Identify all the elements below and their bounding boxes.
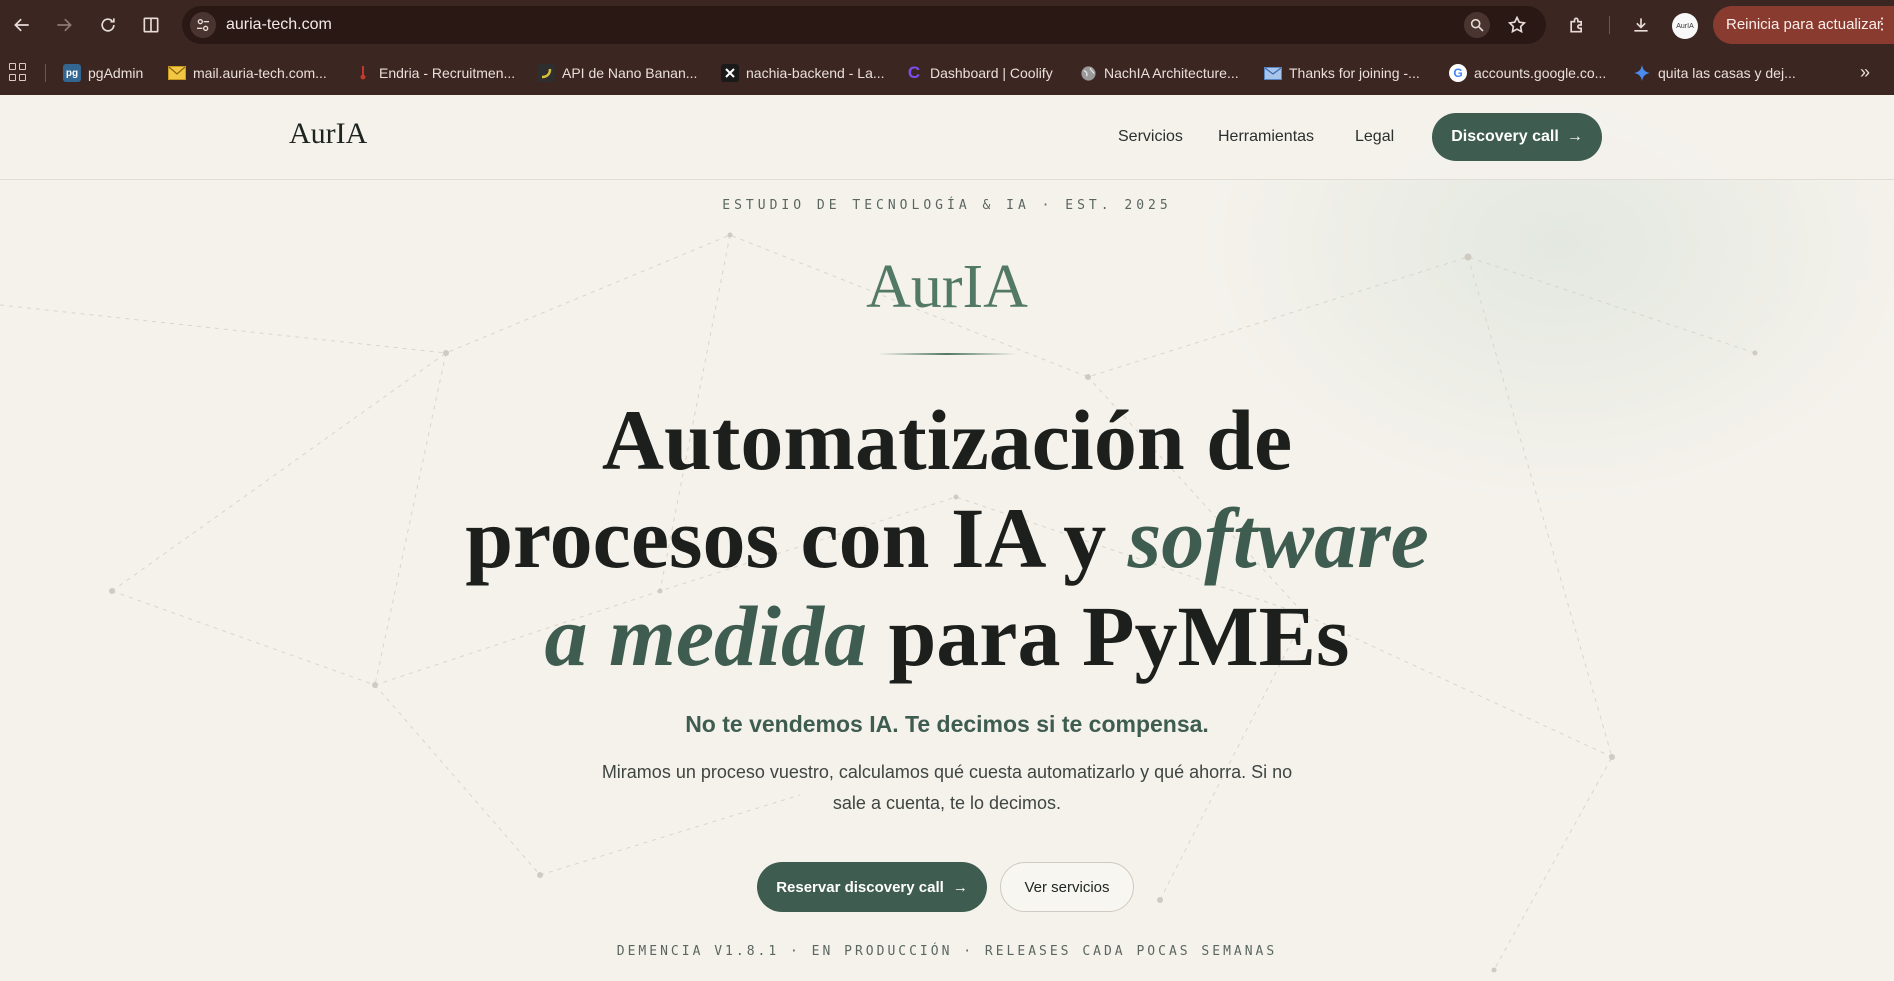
forward-button[interactable] <box>51 12 77 38</box>
headline-line-1: Automatización de <box>601 392 1293 488</box>
reload-icon <box>101 18 115 32</box>
profile-avatar[interactable]: AurIA <box>1672 13 1698 39</box>
arrow-right-icon <box>57 18 72 32</box>
headline-highlight-a-medida: a medida <box>544 588 867 684</box>
bookmark-label: API de Nano Banan... <box>562 65 698 81</box>
bookmark-mail[interactable]: mail.auria-tech.com... <box>168 62 327 84</box>
headline-line-2: procesos con IA y <box>465 490 1128 586</box>
reserve-discovery-call-button[interactable]: Reservar discovery call → <box>757 862 987 912</box>
bookmark-pgadmin[interactable]: pg pgAdmin <box>63 62 143 84</box>
envelope-icon <box>168 64 186 82</box>
headline-line-3: para PyMEs <box>866 588 1350 684</box>
update-button[interactable]: Reinicia para actualizar ⋮ <box>1713 6 1894 44</box>
reload-button[interactable] <box>95 12 121 38</box>
hero-eyebrow: ESTUDIO DE TECNOLOGÍA & IA · EST. 2025 <box>722 198 1172 213</box>
pin-icon <box>354 64 372 82</box>
arrow-right-icon: → <box>1566 128 1583 145</box>
bookmark-label: pgAdmin <box>88 65 144 81</box>
google-logo-icon: G <box>1449 64 1467 82</box>
bookmark-nachia-backend[interactable]: nachia-backend - La... <box>721 62 885 84</box>
site-info-button[interactable] <box>190 12 216 38</box>
bookmark-endria[interactable]: Endria - Recruitmen... <box>354 62 515 84</box>
site-header: AurIA Servicios Herramientas Legal Disco… <box>0 95 1894 180</box>
nav-servicios[interactable]: Servicios <box>1118 128 1183 146</box>
sparkle-icon <box>1633 64 1651 82</box>
profile-label: AurIA <box>1676 22 1694 30</box>
bookmark-label: accounts.google.co... <box>1474 65 1607 81</box>
toolbar-divider <box>1609 16 1610 34</box>
arrow-left-icon <box>14 18 29 32</box>
bookmark-label: NachIA Architecture... <box>1104 65 1239 81</box>
view-services-button[interactable]: Ver servicios <box>1000 862 1134 912</box>
address-bar[interactable]: auria-tech.com <box>182 6 1546 44</box>
star-icon <box>1507 15 1527 34</box>
headline-highlight-software: software <box>1127 490 1429 586</box>
bookmarks-divider <box>45 64 46 82</box>
arrow-right-icon: → <box>952 878 968 896</box>
zoom-button[interactable] <box>1464 12 1490 38</box>
banana-icon <box>537 64 555 82</box>
web-page: AurIA Servicios Herramientas Legal Disco… <box>0 95 1894 981</box>
bookmark-label: Thanks for joining -... <box>1289 65 1420 81</box>
globe-icon <box>1079 64 1097 82</box>
nav-legal[interactable]: Legal <box>1355 128 1394 146</box>
bookmark-label: Dashboard | Coolify <box>930 65 1053 81</box>
envelope-icon <box>1264 64 1282 82</box>
hero-subheading: No te vendemos IA. Te decimos si te comp… <box>685 711 1209 737</box>
bookmark-coolify[interactable]: C Dashboard | Coolify <box>905 62 1053 84</box>
release-footnote: DEMENCIA V1.8.1 · EN PRODUCCIÓN · RELEAS… <box>616 944 1278 959</box>
nav-herramientas[interactable]: Herramientas <box>1218 128 1314 146</box>
bookmark-nachia-architecture[interactable]: NachIA Architecture... <box>1079 62 1239 84</box>
magnifier-icon <box>1470 18 1484 32</box>
more-menu-icon[interactable]: ⋮ <box>1874 6 1890 44</box>
pgadmin-favicon-icon: pg <box>63 64 81 82</box>
view-services-label: Ver servicios <box>1024 878 1110 896</box>
bookmark-thanks-for-joining[interactable]: Thanks for joining -... <box>1264 62 1420 84</box>
back-button[interactable] <box>9 12 35 38</box>
bookmark-label: nachia-backend - La... <box>746 65 885 81</box>
bookmarks-bar: pg pgAdmin mail.auria-tech.com... Endria… <box>0 50 1894 95</box>
tune-icon <box>197 18 209 31</box>
bookmark-star-button[interactable] <box>1504 12 1530 38</box>
site-logo[interactable]: AurIA <box>289 117 367 151</box>
puzzle-icon <box>1570 17 1582 33</box>
hero-description: Miramos un proceso vuestro, calculamos q… <box>601 762 1293 813</box>
bookmark-quita-las-casas[interactable]: quita las casas y dej... <box>1633 62 1796 84</box>
split-view-button[interactable] <box>138 12 164 38</box>
pinwheel-icon <box>721 64 739 82</box>
downloads-button[interactable] <box>1628 12 1654 38</box>
bookmark-label: Endria - Recruitmen... <box>379 65 516 81</box>
bookmark-label: quita las casas y dej... <box>1658 65 1796 81</box>
extensions-button[interactable] <box>1564 12 1590 38</box>
split-view-icon <box>143 17 159 33</box>
coolify-logo-icon: C <box>907 63 921 82</box>
more-bookmarks-icon[interactable]: » <box>1860 62 1870 83</box>
hero-headline: Automatización de procesos con IA y soft… <box>380 391 1514 685</box>
bookmark-google-accounts[interactable]: G accounts.google.co... <box>1449 62 1606 84</box>
reserve-discovery-call-label: Reservar discovery call <box>776 878 944 896</box>
discovery-call-button[interactable]: Discovery call → <box>1432 113 1602 161</box>
url-text[interactable]: auria-tech.com <box>226 16 332 34</box>
download-icon <box>1634 18 1648 32</box>
update-label: Reinicia para actualizar <box>1726 16 1882 33</box>
bookmark-nano-banana[interactable]: API de Nano Banan... <box>537 62 697 84</box>
apps-grid-icon[interactable] <box>9 63 27 81</box>
discovery-call-label: Discovery call <box>1451 128 1559 145</box>
browser-toolbar: auria-tech.com AurIA Reinicia para actua… <box>0 0 1894 50</box>
hero-divider <box>878 353 1016 355</box>
bookmark-label: mail.auria-tech.com... <box>193 65 327 81</box>
hero-logo: AurIA <box>866 253 1028 321</box>
